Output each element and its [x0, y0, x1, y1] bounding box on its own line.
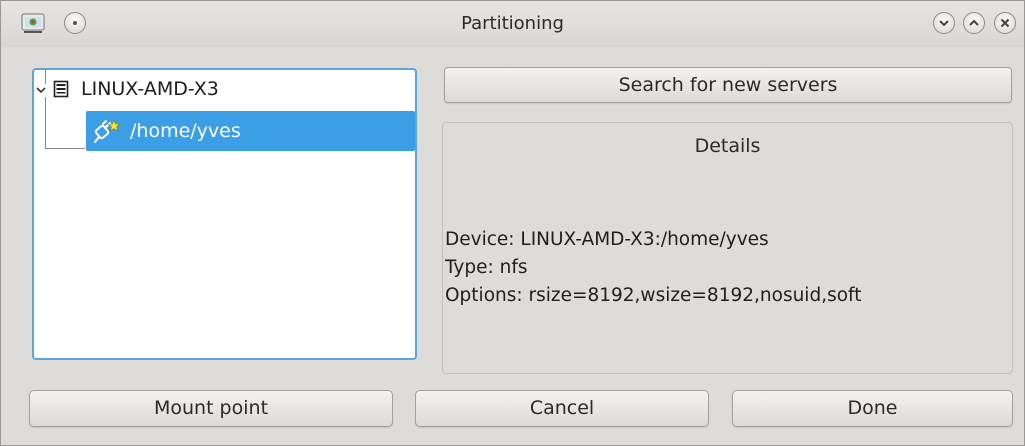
keep-on-desktops-button[interactable] [64, 12, 86, 34]
partitioning-window: Partitioning LINUX-AMD-X3 /home/yves Sea… [0, 0, 1025, 446]
details-device: Device: LINUX-AMD-X3:/home/yves [445, 229, 769, 250]
tree-item-label: /home/yves [130, 120, 241, 142]
network-share-icon [94, 119, 120, 143]
close-button[interactable] [994, 12, 1016, 34]
details-options: Options: rsize=8192,wsize=8192,nosuid,so… [445, 285, 862, 306]
tree-branch-line [45, 97, 46, 149]
tree-item-label: LINUX-AMD-X3 [81, 78, 219, 100]
collapse-arrow-icon[interactable] [34, 83, 48, 97]
app-icon[interactable] [21, 11, 45, 35]
maximize-icon [969, 19, 979, 26]
dot-icon [73, 21, 77, 25]
details-type: Type: nfs [445, 257, 528, 278]
cancel-button[interactable]: Cancel [415, 390, 709, 427]
minimize-button[interactable] [933, 12, 955, 34]
mount-point-button[interactable]: Mount point [29, 390, 393, 427]
tree-item-share[interactable]: /home/yves [86, 111, 415, 151]
details-panel: Details Device: LINUX-AMD-X3:/home/yves … [442, 122, 1013, 374]
details-title: Details [694, 135, 761, 157]
title-bar[interactable]: Partitioning [1, 1, 1024, 47]
minimize-icon [939, 20, 949, 27]
search-servers-button[interactable]: Search for new servers [444, 67, 1012, 103]
tree-item-server[interactable]: LINUX-AMD-X3 [53, 74, 219, 104]
done-button[interactable]: Done [732, 390, 1013, 427]
tree-branch-line [45, 70, 46, 84]
maximize-button[interactable] [963, 12, 985, 34]
tree-branch-line [45, 148, 85, 149]
close-icon [1000, 18, 1010, 28]
window-title: Partitioning [461, 13, 564, 34]
computer-icon [53, 80, 69, 98]
